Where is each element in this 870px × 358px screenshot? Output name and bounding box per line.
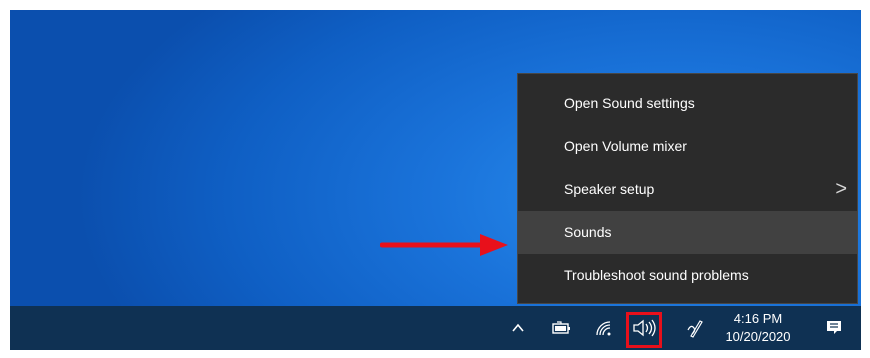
menu-item-label: Open Sound settings <box>564 95 695 111</box>
chevron-up-icon[interactable] <box>506 316 530 340</box>
chevron-right-icon: > <box>835 178 847 200</box>
clock-time: 4:16 PM <box>733 311 783 326</box>
menu-item-troubleshoot[interactable]: Troubleshoot sound problems <box>518 254 857 297</box>
wifi-icon[interactable] <box>592 316 616 340</box>
menu-item-label: Sounds <box>564 224 612 240</box>
volume-highlight-box <box>626 312 662 348</box>
sound-context-menu: Open Sound settings Open Volume mixer Sp… <box>517 73 858 304</box>
red-arrow-annotation <box>380 234 508 256</box>
menu-item-speaker-setup[interactable]: Speaker setup > <box>518 168 857 211</box>
menu-item-label: Troubleshoot sound problems <box>564 267 749 283</box>
menu-item-label: Speaker setup <box>564 181 655 197</box>
menu-item-open-volume-mixer[interactable]: Open Volume mixer <box>518 125 857 168</box>
pen-icon[interactable] <box>684 316 708 340</box>
battery-icon[interactable] <box>550 316 574 340</box>
menu-item-label: Open Volume mixer <box>564 138 687 154</box>
taskbar-clock[interactable]: 4:16 PM 10/20/2020 <box>718 310 798 350</box>
menu-item-open-sound-settings[interactable]: Open Sound settings <box>518 82 857 125</box>
clock-date: 10/20/2020 <box>725 329 791 344</box>
notification-icon[interactable] <box>822 316 846 340</box>
desktop: Open Sound settings Open Volume mixer Sp… <box>10 10 861 350</box>
menu-item-sounds[interactable]: Sounds <box>518 211 857 254</box>
